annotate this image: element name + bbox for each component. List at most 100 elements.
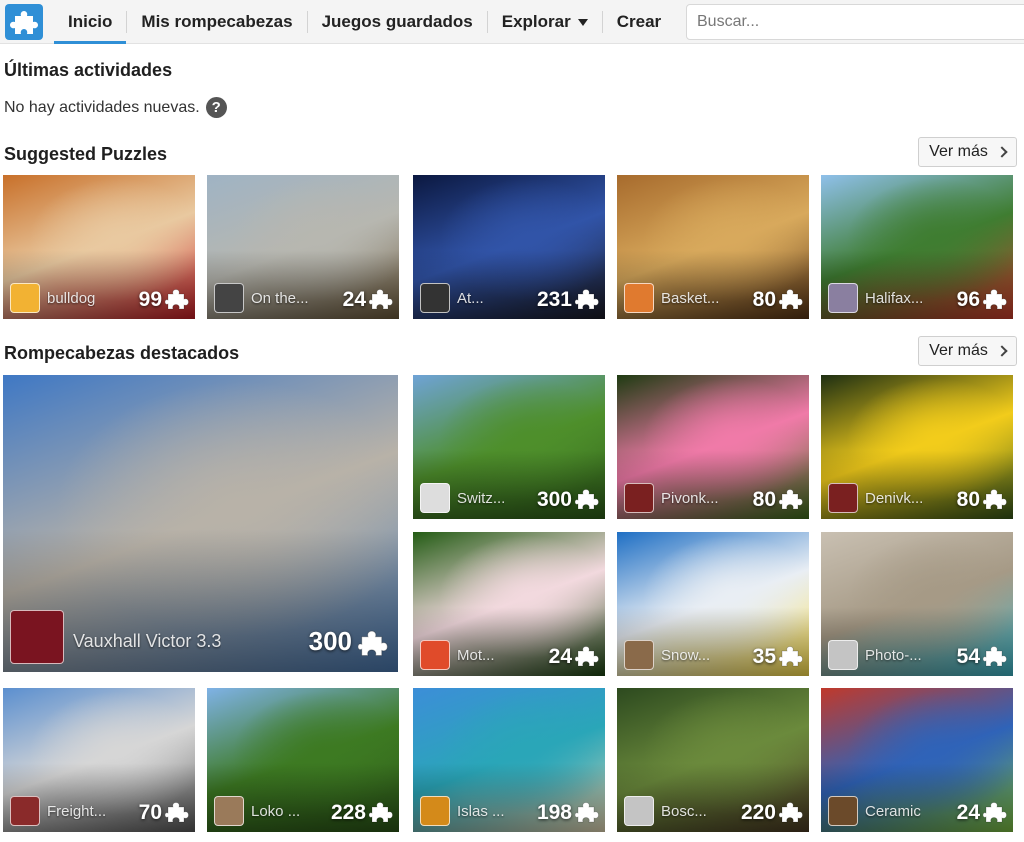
piece-count: 54 xyxy=(956,645,980,668)
puzzle-title: Photo-... xyxy=(865,647,922,664)
piece-count: 220 xyxy=(740,801,776,824)
puzzle-piece-icon xyxy=(778,287,803,311)
puzzle-piece-icon xyxy=(357,628,388,658)
no-activity-message: No hay actividades nuevas. ? xyxy=(4,97,227,118)
piece-count: 228 xyxy=(330,801,366,824)
piece-count: 231 xyxy=(536,288,572,311)
piece-count: 24 xyxy=(548,645,572,668)
puzzle-title: Islas ... xyxy=(457,803,505,820)
puzzle-title: Ceramic xyxy=(865,803,921,820)
puzzle-tile[interactable]: Halifax... 96 xyxy=(821,175,1013,319)
puzzle-tile[interactable]: Bosc... 220 xyxy=(617,688,809,832)
piece-count: 96 xyxy=(956,288,980,311)
nav-item-inicio[interactable]: Inicio xyxy=(54,0,127,44)
author-avatar[interactable] xyxy=(10,796,40,826)
top-navigation-bar: Inicio Mis rompecabezas Juegos guardados… xyxy=(0,0,1024,44)
featured-see-more-button[interactable]: Ver más xyxy=(918,336,1017,366)
author-avatar[interactable] xyxy=(828,483,858,513)
puzzle-title: bulldog xyxy=(47,290,96,307)
piece-count: 70 xyxy=(138,801,162,824)
puzzle-tile[interactable]: Loko ... 228 xyxy=(207,688,399,832)
puzzle-tile[interactable]: Denivk... 80 xyxy=(821,375,1013,519)
puzzle-tile[interactable]: Freight... 70 xyxy=(3,688,195,832)
nav-item-crear[interactable]: Crear xyxy=(603,0,675,44)
puzzle-title: On the... xyxy=(251,290,309,307)
main-nav: Inicio Mis rompecabezas Juegos guardados… xyxy=(54,0,675,44)
puzzle-piece-icon xyxy=(982,800,1007,824)
author-avatar[interactable] xyxy=(828,796,858,826)
puzzle-tile[interactable]: Switz... 300 xyxy=(413,375,605,519)
author-avatar[interactable] xyxy=(624,483,654,513)
nav-item-mis-rompecabezas[interactable]: Mis rompecabezas xyxy=(127,0,306,44)
puzzle-title: Denivk... xyxy=(865,490,924,507)
author-avatar[interactable] xyxy=(420,796,450,826)
suggested-puzzles-heading: Suggested Puzzles xyxy=(4,144,168,164)
chevron-right-icon xyxy=(996,345,1008,357)
author-avatar[interactable] xyxy=(10,283,40,313)
puzzle-piece-icon xyxy=(368,287,393,311)
puzzle-piece-icon xyxy=(982,287,1007,311)
author-avatar[interactable] xyxy=(214,283,244,313)
piece-count: 24 xyxy=(956,801,980,824)
author-avatar[interactable] xyxy=(828,640,858,670)
puzzle-title: Freight... xyxy=(47,803,107,820)
puzzle-piece-icon xyxy=(574,287,599,311)
puzzle-title: At... xyxy=(457,290,484,307)
puzzle-tile[interactable]: Basket... 80 xyxy=(617,175,809,319)
puzzle-title: Snow... xyxy=(661,647,711,664)
puzzle-title: Loko ... xyxy=(251,803,301,820)
puzzle-tile[interactable]: Pivonk... 80 xyxy=(617,375,809,519)
piece-count: 80 xyxy=(956,488,980,511)
author-avatar[interactable] xyxy=(828,283,858,313)
author-avatar[interactable] xyxy=(420,483,450,513)
nav-item-explorar[interactable]: Explorar xyxy=(488,0,602,44)
puzzle-tile[interactable]: Islas ... 198 xyxy=(413,688,605,832)
puzzle-tile[interactable]: bulldog 99 xyxy=(3,175,195,319)
suggested-see-more-button[interactable]: Ver más xyxy=(918,137,1017,167)
puzzle-piece-icon xyxy=(778,487,803,511)
puzzle-logo-icon[interactable] xyxy=(5,4,43,40)
puzzle-title: Pivonk... xyxy=(661,490,719,507)
puzzle-piece-icon xyxy=(982,487,1007,511)
puzzle-piece-icon xyxy=(778,800,803,824)
puzzle-title: Mot... xyxy=(457,647,495,664)
puzzle-tile[interactable]: Ceramic 24 xyxy=(821,688,1013,832)
piece-count: 300 xyxy=(536,488,572,511)
piece-count: 198 xyxy=(536,801,572,824)
piece-count: 80 xyxy=(752,488,776,511)
puzzle-tile[interactable]: On the... 24 xyxy=(207,175,399,319)
puzzle-piece-icon xyxy=(574,644,599,668)
chevron-down-icon xyxy=(577,18,588,26)
search-input[interactable] xyxy=(686,4,1024,40)
author-avatar[interactable] xyxy=(214,796,244,826)
piece-count: 99 xyxy=(138,288,162,311)
puzzle-title: Halifax... xyxy=(865,290,924,307)
piece-count: 80 xyxy=(752,288,776,311)
puzzle-piece-logo-icon xyxy=(10,11,38,34)
author-avatar[interactable] xyxy=(420,640,450,670)
puzzle-piece-icon xyxy=(164,287,189,311)
puzzle-tile[interactable]: Vauxhall Victor 3.3 300 xyxy=(3,375,398,672)
author-avatar[interactable] xyxy=(624,640,654,670)
puzzle-title: Bosc... xyxy=(661,803,707,820)
puzzle-piece-icon xyxy=(574,487,599,511)
puzzle-tile[interactable]: At... 231 xyxy=(413,175,605,319)
puzzle-tile[interactable]: Snow... 35 xyxy=(617,532,809,676)
author-avatar[interactable] xyxy=(420,283,450,313)
latest-activity-heading: Últimas actividades xyxy=(4,60,173,80)
puzzle-tile[interactable]: Photo-... 54 xyxy=(821,532,1013,676)
piece-count: 24 xyxy=(342,288,366,311)
puzzle-tile[interactable]: Mot... 24 xyxy=(413,532,605,676)
puzzle-piece-icon xyxy=(778,644,803,668)
nav-item-juegos-guardados[interactable]: Juegos guardados xyxy=(308,0,487,44)
author-avatar[interactable] xyxy=(10,610,64,664)
puzzle-piece-icon xyxy=(574,800,599,824)
puzzle-piece-icon xyxy=(164,800,189,824)
piece-count: 300 xyxy=(308,626,352,656)
chevron-right-icon xyxy=(996,146,1008,158)
author-avatar[interactable] xyxy=(624,283,654,313)
piece-count: 35 xyxy=(752,645,776,668)
puzzle-title: Basket... xyxy=(661,290,720,307)
help-icon[interactable]: ? xyxy=(205,97,227,118)
author-avatar[interactable] xyxy=(624,796,654,826)
